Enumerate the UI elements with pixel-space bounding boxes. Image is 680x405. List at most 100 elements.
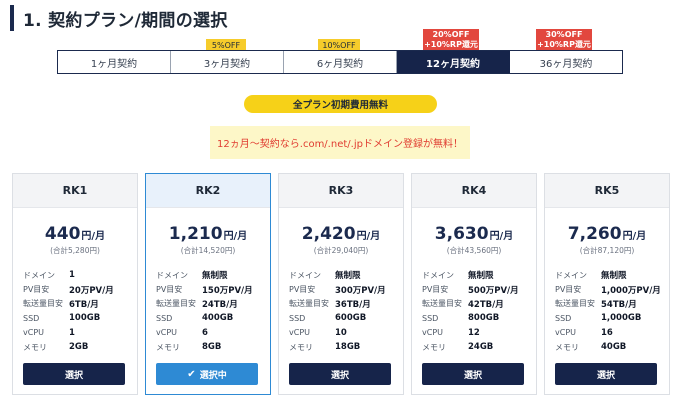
select-button-rk3[interactable]: 選択: [289, 363, 391, 385]
tab-6-months[interactable]: 6ヶ月契約: [284, 51, 397, 73]
spec-value: 40GB: [601, 342, 627, 353]
spec-row-vcpu: vCPU 6: [156, 326, 268, 340]
spec-label: 転送量目安: [422, 299, 462, 309]
spec-value: 無制限: [601, 271, 627, 282]
plan-price: 440円/月: [13, 224, 137, 244]
spec-row-transfer: 転送量目安 36TB/月: [289, 297, 401, 311]
tab-36-months[interactable]: 36ヶ月契約: [510, 51, 622, 73]
spec-row-domain: ドメイン 無制限: [156, 268, 268, 282]
spec-row-vcpu: vCPU 10: [289, 326, 401, 340]
spec-value: 24GB: [468, 342, 494, 353]
plan-card-rk4: RK4 3,630円/月 (合計43,560円) ドメイン 無制限 PV目安 500…: [411, 173, 537, 395]
spec-value: 8GB: [202, 342, 222, 353]
spec-value: 2GB: [69, 342, 89, 353]
spec-label: vCPU: [555, 328, 576, 338]
price-unit: 円/月: [489, 231, 514, 242]
plan-price: 1,210円/月: [146, 224, 270, 244]
badge-12-months: 20%OFF +10%RP還元: [423, 29, 479, 51]
spec-value: 1: [69, 327, 75, 338]
spec-label: 転送量目安: [555, 299, 595, 309]
tab-1-month[interactable]: 1ヶ月契約: [58, 51, 171, 73]
spec-label: vCPU: [156, 328, 177, 338]
spec-value: 1,000万PV/月: [601, 285, 661, 296]
spec-row-pv: PV目安 20万PV/月: [23, 282, 135, 296]
spec-value: 20万PV/月: [69, 285, 114, 296]
tab-12-months[interactable]: 12ヶ月契約: [397, 51, 510, 73]
spec-label: 転送量目安: [23, 299, 63, 309]
free-setup-pill: 全プラン初期費用無料: [244, 95, 437, 113]
spec-row-pv: PV目安 150万PV/月: [156, 282, 268, 296]
heading-accent-bar: [10, 5, 14, 31]
spec-value: 10: [335, 327, 347, 338]
plan-total: (合計87,120円): [579, 246, 635, 255]
spec-label: ドメイン: [422, 270, 454, 280]
plan-name: RK3: [279, 174, 403, 208]
spec-label: vCPU: [422, 328, 443, 338]
plan-specs: ドメイン 無制限 PV目安 500万PV/月 転送量目安 42TB/月 SSD 800G…: [422, 268, 534, 354]
spec-value: 600GB: [335, 313, 367, 324]
price-value: 1,210: [168, 224, 223, 244]
plan-name: RK1: [13, 174, 137, 208]
spec-row-transfer: 転送量目安 42TB/月: [422, 297, 534, 311]
spec-value: 1: [69, 270, 75, 281]
spec-value: 100GB: [69, 313, 101, 324]
spec-value: 150万PV/月: [202, 285, 253, 296]
spec-label: メモリ: [555, 342, 579, 352]
contract-period-tabs: 1ヶ月契約 3ヶ月契約 6ヶ月契約 12ヶ月契約 36ヶ月契約: [57, 50, 623, 74]
spec-row-domain: ドメイン 無制限: [555, 268, 667, 282]
spec-row-memory: メモリ 24GB: [422, 340, 534, 354]
spec-label: メモリ: [156, 342, 180, 352]
badge-36-months-line2: +10%RP還元: [537, 40, 591, 49]
badge-12-months-line1: 20%OFF: [432, 30, 470, 39]
plan-specs: ドメイン 無制限 PV目安 1,000万PV/月 転送量目安 54TB/月 SSD 1,…: [555, 268, 667, 354]
spec-label: SSD: [422, 313, 439, 323]
spec-row-pv: PV目安 500万PV/月: [422, 282, 534, 296]
spec-label: ドメイン: [289, 270, 321, 280]
spec-label: SSD: [156, 313, 173, 323]
plan-card-rk2: RK2 1,210円/月 (合計14,520円) ドメイン 無制限 PV目安 150…: [145, 173, 271, 395]
spec-label: PV目安: [289, 285, 316, 295]
plan-specs: ドメイン 無制限 PV目安 150万PV/月 転送量目安 24TB/月 SSD 400G…: [156, 268, 268, 354]
spec-label: 転送量目安: [289, 299, 329, 309]
plan-name: RK4: [412, 174, 536, 208]
spec-row-pv: PV目安 300万PV/月: [289, 282, 401, 296]
spec-row-vcpu: vCPU 16: [555, 326, 667, 340]
badge-36-months: 30%OFF +10%RP還元: [536, 29, 592, 51]
plan-name: RK5: [545, 174, 669, 208]
select-button-rk1[interactable]: 選択: [23, 363, 125, 385]
plan-specs: ドメイン 1 PV目安 20万PV/月 転送量目安 6TB/月 SSD 100GB vC…: [23, 268, 135, 354]
spec-row-ssd: SSD 400GB: [156, 311, 268, 325]
spec-label: vCPU: [289, 328, 310, 338]
price-value: 7,260: [567, 224, 622, 244]
spec-label: ドメイン: [156, 270, 188, 280]
spec-row-memory: メモリ 18GB: [289, 340, 401, 354]
spec-label: vCPU: [23, 328, 44, 338]
spec-value: 42TB/月: [468, 299, 504, 310]
spec-label: PV目安: [422, 285, 449, 295]
spec-row-memory: メモリ 40GB: [555, 340, 667, 354]
plan-total: (合計14,520円): [180, 246, 236, 255]
select-button-rk4[interactable]: 選択: [422, 363, 524, 385]
spec-label: PV目安: [23, 285, 50, 295]
spec-value: 24TB/月: [202, 299, 238, 310]
spec-value: 36TB/月: [335, 299, 371, 310]
spec-value: 800GB: [468, 313, 500, 324]
select-button-rk5[interactable]: 選択: [555, 363, 657, 385]
plan-total: (合計5,280円): [50, 246, 100, 255]
spec-value: 1,000GB: [601, 313, 642, 324]
select-button-rk2[interactable]: ✔ 選択中: [156, 363, 258, 385]
spec-value: 18GB: [335, 342, 361, 353]
price-value: 440: [44, 224, 81, 244]
spec-label: ドメイン: [23, 270, 55, 280]
price-value: 2,420: [301, 224, 356, 244]
select-button-label: 選択中: [199, 370, 227, 381]
spec-value: 12: [468, 327, 480, 338]
spec-row-domain: ドメイン 無制限: [289, 268, 401, 282]
spec-label: PV目安: [156, 285, 183, 295]
plan-card-rk5: RK5 7,260円/月 (合計87,120円) ドメイン 無制限 PV目安 1,0…: [544, 173, 670, 395]
plan-price: 2,420円/月: [279, 224, 403, 244]
tab-3-months[interactable]: 3ヶ月契約: [171, 51, 284, 73]
plan-name: RK2: [146, 174, 270, 208]
spec-value: 無制限: [468, 271, 494, 282]
spec-row-ssd: SSD 800GB: [422, 311, 534, 325]
